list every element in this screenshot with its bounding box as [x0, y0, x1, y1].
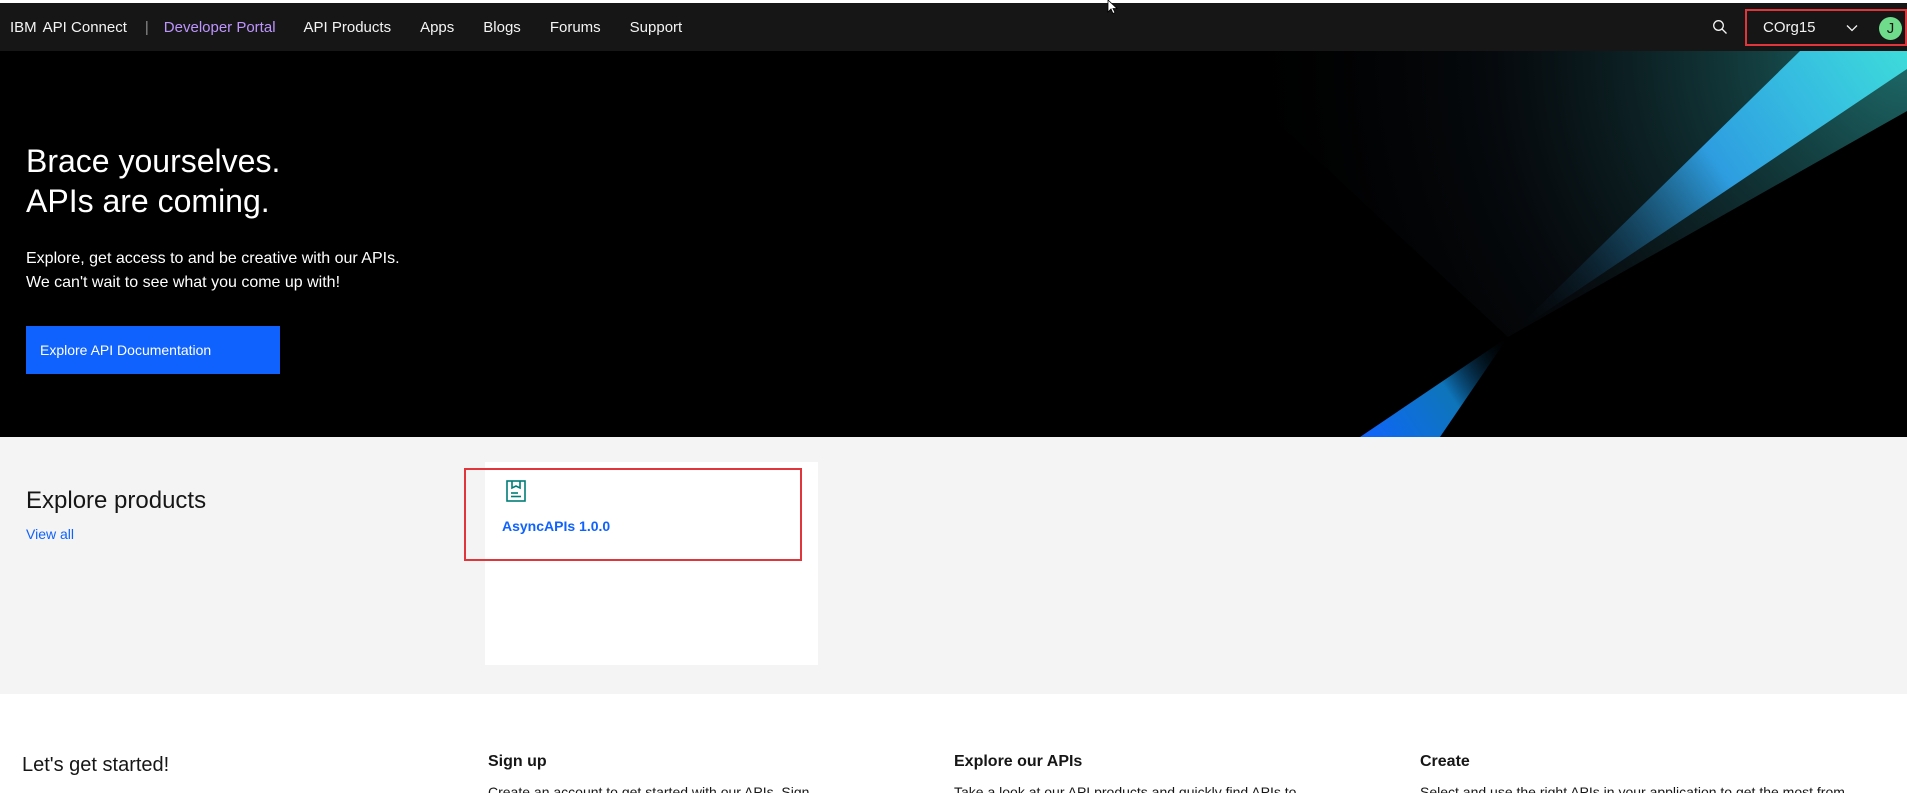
sign-up-text: Create an account to get started with ou…: [488, 784, 810, 793]
hero-subtitle-line2: We can't wait to see what you come up wi…: [26, 274, 341, 291]
explore-api-documentation-button[interactable]: Explore API Documentation: [26, 326, 280, 374]
brand-product: API Connect: [42, 18, 127, 36]
main-nav: API Products Apps Blogs Forums Support: [304, 3, 712, 51]
nav-item-api-products[interactable]: API Products: [304, 19, 392, 36]
product-box-icon: [506, 480, 526, 502]
header-actions: COrg15 J: [1705, 3, 1907, 51]
search-icon: [1713, 20, 1727, 34]
explore-products-section: Explore products View all AsyncAPIs 1.0.…: [0, 437, 1907, 694]
hero-title-line2: APIs are coming.: [26, 183, 270, 219]
brand-portal: Developer Portal: [163, 18, 276, 36]
explore-apis-text: Take a look at our API products and quic…: [954, 784, 1297, 793]
hero-banner: Brace yourselves. APIs are coming. Explo…: [0, 51, 1907, 437]
search-button[interactable]: [1705, 3, 1735, 51]
top-navigation-bar: IBM API Connect | Developer Portal API P…: [0, 3, 1907, 51]
hero-title: Brace yourselves. APIs are coming.: [26, 141, 280, 221]
hero-subtitle: Explore, get access to and be creative w…: [26, 247, 400, 295]
nav-item-forums[interactable]: Forums: [550, 19, 601, 36]
org-switcher[interactable]: COrg15 J: [1745, 8, 1907, 46]
sign-up-heading: Sign up: [488, 753, 547, 770]
nav-item-support[interactable]: Support: [630, 19, 683, 36]
brand-separator: |: [144, 18, 149, 36]
mouse-cursor-icon: [1107, 0, 1119, 14]
chevron-down-icon: [1846, 24, 1858, 31]
explore-apis-heading: Explore our APIs: [954, 753, 1083, 770]
hero-light-beam: [1200, 51, 1907, 437]
org-name: COrg15: [1763, 18, 1816, 36]
create-text: Select and use the right APIs in your ap…: [1420, 784, 1845, 793]
view-all-link[interactable]: View all: [26, 526, 74, 542]
get-started-title: Let's get started!: [22, 754, 170, 776]
explore-products-title: Explore products: [26, 487, 207, 514]
avatar[interactable]: J: [1879, 16, 1902, 40]
product-card-title[interactable]: AsyncAPIs 1.0.0: [502, 518, 610, 534]
hero-subtitle-line1: Explore, get access to and be creative w…: [26, 250, 400, 267]
nav-item-apps[interactable]: Apps: [420, 19, 454, 36]
brand-ibm: IBM: [10, 18, 37, 36]
nav-item-blogs[interactable]: Blogs: [483, 19, 521, 36]
create-heading: Create: [1420, 753, 1470, 770]
get-started-section: Let's get started! Sign up Create an acc…: [0, 694, 1907, 793]
hero-title-line1: Brace yourselves.: [26, 143, 281, 179]
brand[interactable]: IBM API Connect | Developer Portal: [0, 3, 276, 51]
